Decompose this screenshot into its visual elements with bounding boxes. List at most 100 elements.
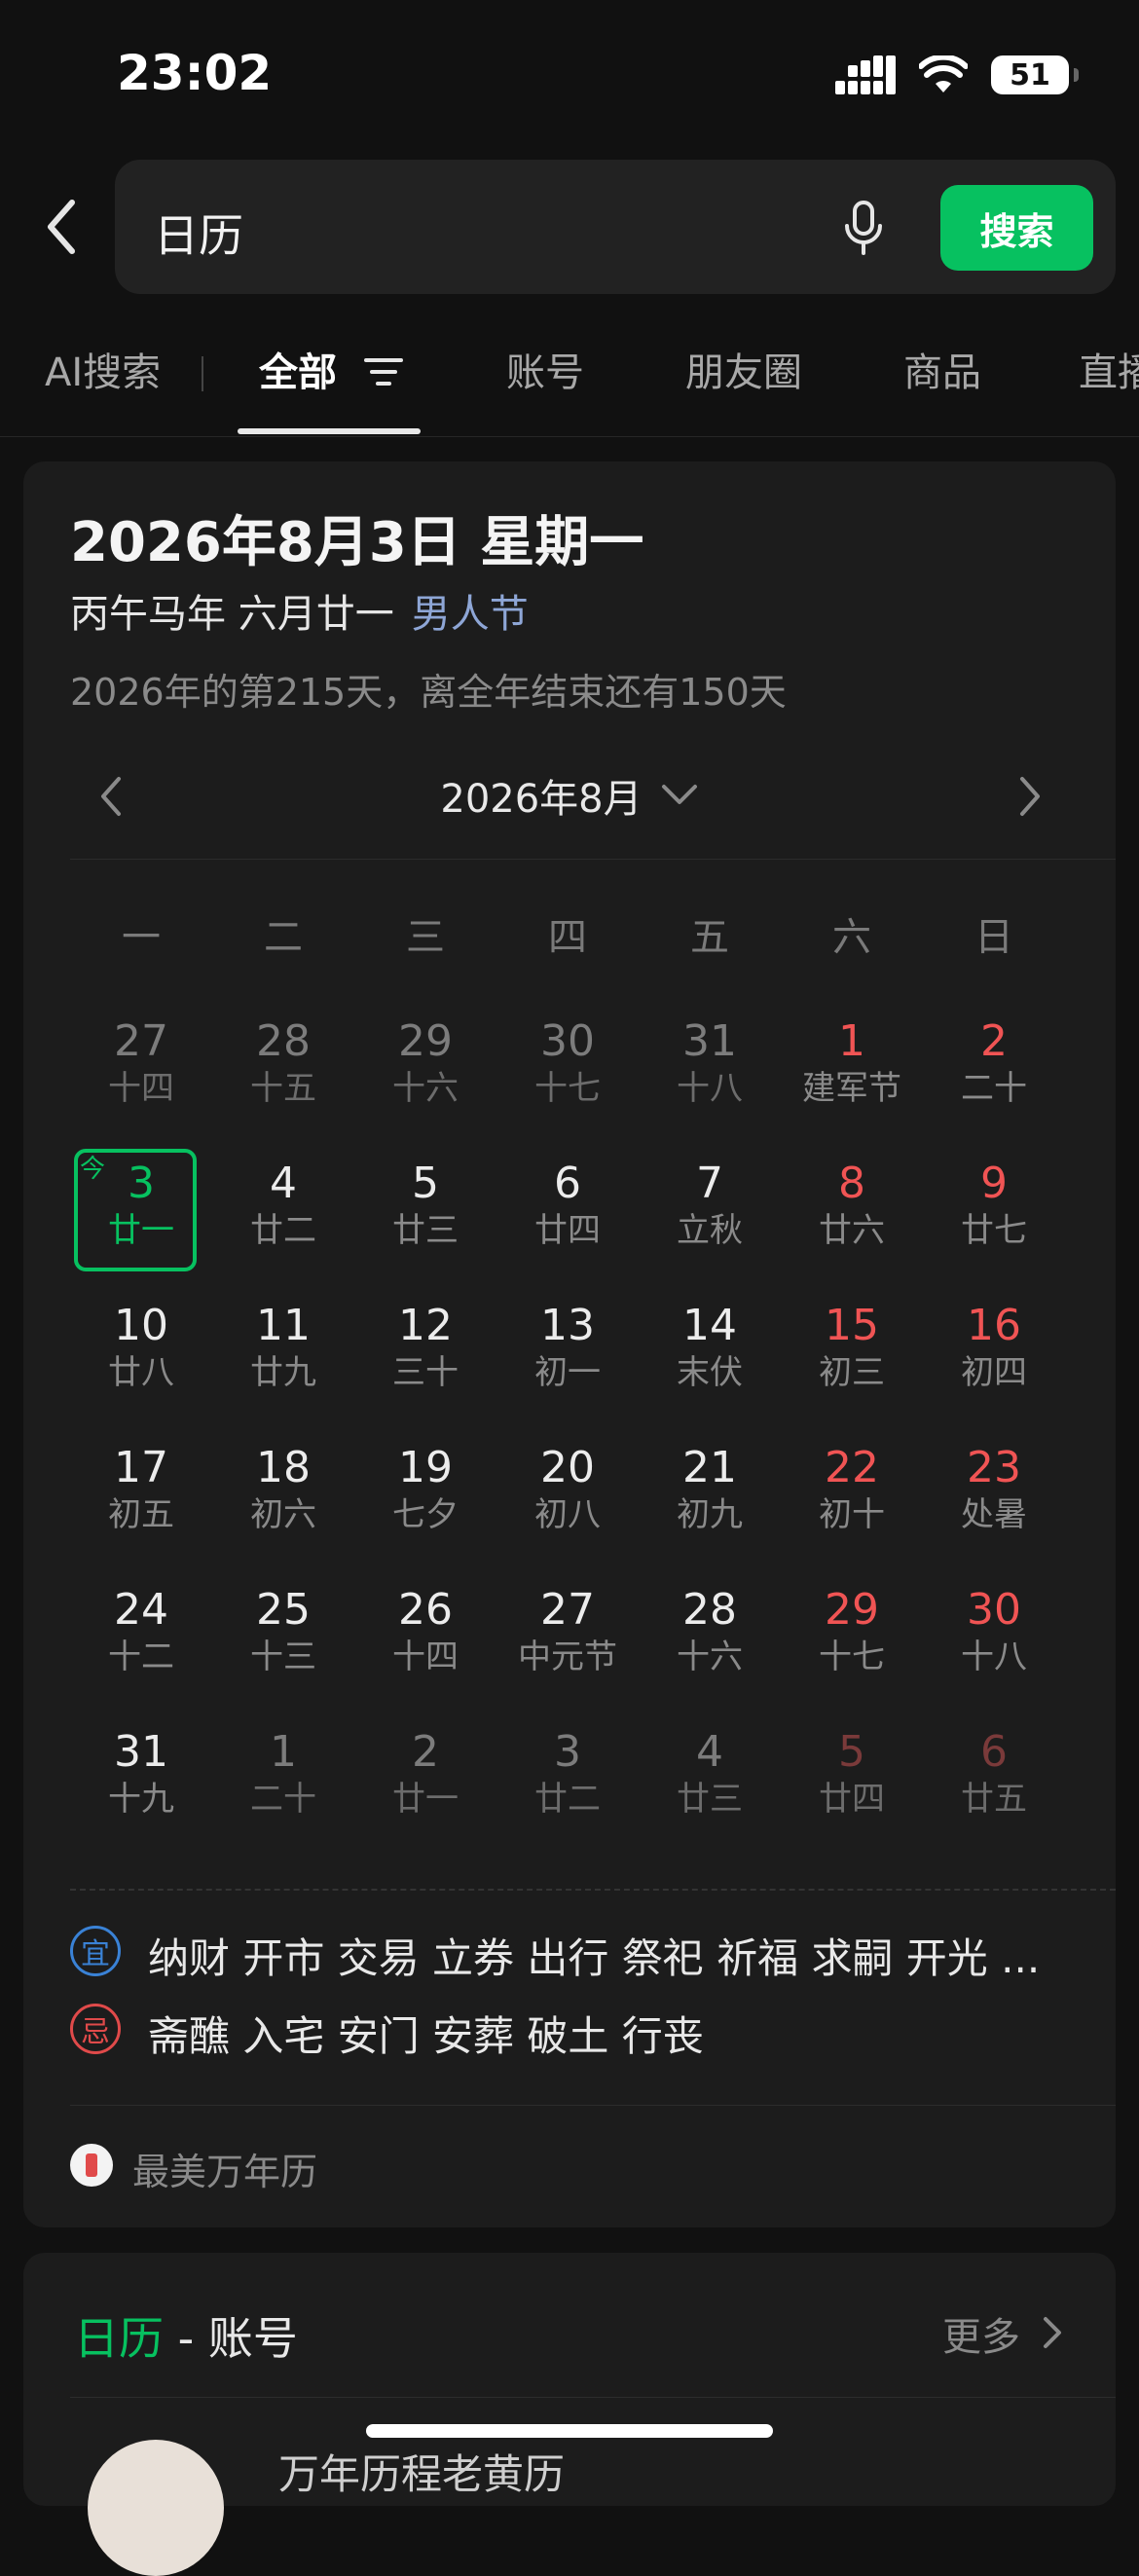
tab-accounts[interactable]: 账号 (506, 341, 584, 397)
calendar-day[interactable]: 18 初六 (212, 1429, 354, 1571)
lunar-day: 初九 (677, 1495, 743, 1534)
back-arrow-icon[interactable] (39, 193, 88, 261)
calendar-day[interactable]: 16 初四 (923, 1287, 1065, 1429)
lunar-day: 十八 (961, 1638, 1027, 1676)
calendar-day[interactable]: 22 初十 (781, 1429, 923, 1571)
calendar-day[interactable]: 31 十九 (70, 1713, 212, 1856)
calendar-day[interactable]: 4 廿三 (639, 1713, 781, 1856)
lunar-day: 十五 (250, 1069, 316, 1108)
filter-icon[interactable] (363, 354, 403, 389)
calendar-day[interactable]: 4 廿二 (212, 1145, 354, 1287)
calendar-day[interactable]: 21 初九 (639, 1429, 781, 1571)
tab-ai-search[interactable]: AI搜索 (45, 341, 161, 397)
lunar-day: 廿三 (677, 1780, 743, 1819)
day-number: 18 (256, 1443, 311, 1492)
calendar-day[interactable]: 30 十八 (923, 1571, 1065, 1713)
lunar-day: 初八 (534, 1495, 601, 1534)
source-logo-icon[interactable] (70, 2144, 113, 2187)
calendar-day[interactable]: 6 廿五 (923, 1713, 1065, 1856)
tab-moments[interactable]: 朋友圈 (685, 341, 802, 397)
calendar-day[interactable]: 13 初一 (496, 1287, 639, 1429)
calendar-day[interactable]: 9 廿七 (923, 1145, 1065, 1287)
calendar-day[interactable]: 27 中元节 (496, 1571, 639, 1713)
account-avatar[interactable] (88, 2440, 224, 2576)
weekday-label: 四 (548, 915, 587, 960)
lunar-day: 廿四 (534, 1211, 601, 1250)
calendar-day[interactable]: 5 廿四 (781, 1713, 923, 1856)
day-number: 23 (967, 1443, 1021, 1492)
calendar-day[interactable]: 15 初三 (781, 1287, 923, 1429)
active-tab-indicator (238, 428, 421, 434)
festival-link[interactable]: 男人节 (412, 592, 529, 637)
calendar-day[interactable]: 1 二十 (212, 1713, 354, 1856)
calendar-day[interactable]: 6 廿四 (496, 1145, 639, 1287)
calendar-day[interactable]: 27 十四 (70, 1003, 212, 1145)
lunar-day: 十六 (392, 1069, 459, 1108)
day-number: 13 (540, 1301, 595, 1350)
day-number: 5 (838, 1727, 865, 1777)
weekday-label: 一 (122, 915, 161, 960)
lunar-day: 廿四 (819, 1780, 885, 1819)
status-icons: 51 (835, 51, 1079, 99)
tab-all[interactable]: 全部 (259, 341, 403, 397)
weekday-label: 三 (406, 915, 445, 960)
day-number: 4 (696, 1727, 723, 1777)
account-name[interactable]: 万年历程老黄历 (278, 2442, 565, 2501)
tab-live[interactable]: 直播 (1079, 341, 1139, 397)
lunar-day: 廿六 (819, 1211, 885, 1250)
calendar-day[interactable]: 14 末伏 (639, 1287, 781, 1429)
accounts-title-rest: - 账号 (164, 2312, 298, 2365)
chevron-right-icon[interactable] (1042, 2313, 1063, 2352)
lunar-day: 初一 (534, 1353, 601, 1392)
calendar-day-today[interactable]: 今 3 廿一 (70, 1145, 212, 1287)
calendar-day[interactable]: 11 廿九 (212, 1287, 354, 1429)
calendar-day[interactable]: 31 十八 (639, 1003, 781, 1145)
calendar-day[interactable]: 24 十二 (70, 1571, 212, 1713)
calendar-day[interactable]: 7 立秋 (639, 1145, 781, 1287)
lunar-day: 七夕 (392, 1495, 459, 1534)
day-number: 5 (412, 1159, 439, 1208)
calendar-day[interactable]: 26 十四 (354, 1571, 496, 1713)
calendar-day[interactable]: 2 二十 (923, 1003, 1065, 1145)
day-number: 1 (838, 1016, 865, 1066)
lunar-date-line: 丙午马年 六月廿一 男人节 (70, 582, 529, 639)
lunar-day: 廿二 (534, 1780, 601, 1819)
lunar-day: 十二 (108, 1638, 174, 1676)
month-selector[interactable]: 2026年8月 (0, 767, 1139, 824)
day-number: 27 (540, 1585, 595, 1635)
weekday-label: 二 (264, 915, 303, 960)
search-button[interactable]: 搜索 (940, 185, 1093, 271)
day-number: 28 (256, 1016, 311, 1066)
more-link[interactable]: 更多 (942, 2305, 1020, 2362)
calendar-day[interactable]: 20 初八 (496, 1429, 639, 1571)
lunar-day: 初六 (250, 1495, 316, 1534)
microphone-icon[interactable] (839, 201, 888, 255)
calendar-day[interactable]: 3 廿二 (496, 1713, 639, 1856)
day-number: 19 (398, 1443, 453, 1492)
calendar-day[interactable]: 28 十六 (639, 1571, 781, 1713)
source-name[interactable]: 最美万年历 (132, 2142, 317, 2195)
calendar-day[interactable]: 10 廿八 (70, 1287, 212, 1429)
calendar-day[interactable]: 29 十六 (354, 1003, 496, 1145)
calendar-day[interactable]: 1 建军节 (781, 1003, 923, 1145)
day-number: 22 (825, 1443, 879, 1492)
calendar-day[interactable]: 25 十三 (212, 1571, 354, 1713)
calendar-day[interactable]: 29 十七 (781, 1571, 923, 1713)
calendar-day[interactable]: 5 廿三 (354, 1145, 496, 1287)
chevron-down-icon[interactable] (660, 779, 699, 808)
calendar-day[interactable]: 8 廿六 (781, 1145, 923, 1287)
day-number: 7 (696, 1159, 723, 1208)
calendar-day[interactable]: 2 廿一 (354, 1713, 496, 1856)
calendar-day[interactable]: 23 处暑 (923, 1429, 1065, 1571)
calendar-day[interactable]: 28 十五 (212, 1003, 354, 1145)
day-number: 28 (682, 1585, 737, 1635)
lunar-day: 中元节 (518, 1638, 617, 1676)
tab-products[interactable]: 商品 (903, 341, 981, 397)
search-input[interactable]: 日历 (154, 201, 243, 265)
lunar-day: 处暑 (961, 1495, 1027, 1534)
next-month-icon[interactable] (1012, 767, 1047, 826)
calendar-day[interactable]: 19 七夕 (354, 1429, 496, 1571)
calendar-day[interactable]: 12 三十 (354, 1287, 496, 1429)
calendar-day[interactable]: 17 初五 (70, 1429, 212, 1571)
calendar-day[interactable]: 30 十七 (496, 1003, 639, 1145)
